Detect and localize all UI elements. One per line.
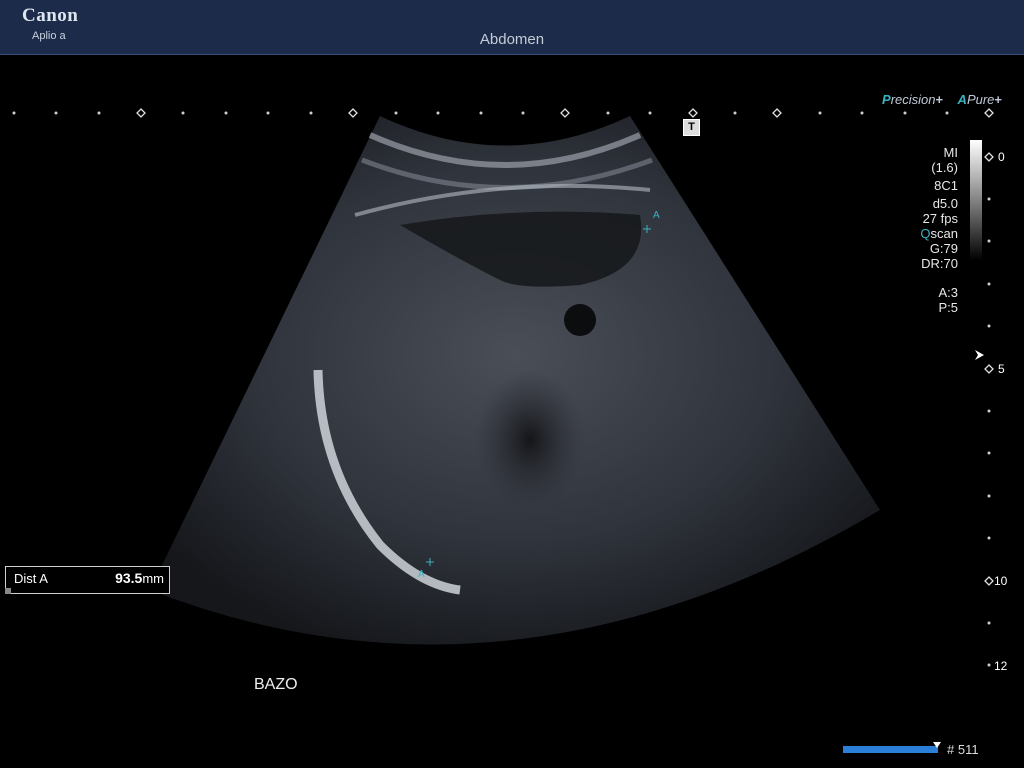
measurement-label: Dist A xyxy=(14,571,48,586)
caliper-label-top: A xyxy=(653,210,660,221)
grayscale-bar xyxy=(970,140,982,260)
top-scale-dots xyxy=(12,111,949,115)
measurement-value-group: 93.5mm xyxy=(115,570,164,586)
measurement-unit: mm xyxy=(142,571,164,586)
preset-title: Abdomen xyxy=(479,31,545,48)
gain-value: G:79 xyxy=(929,241,958,256)
precision-letter: P xyxy=(882,92,891,107)
qscan-rest: scan xyxy=(930,226,958,241)
cine-progress-bar[interactable] xyxy=(843,746,938,753)
mode-labels: Precision+ APure+ xyxy=(882,92,1002,107)
pure-text: Pure xyxy=(966,92,995,107)
depth-label-5: 5 xyxy=(998,362,1005,376)
mi-label: MI xyxy=(943,145,958,160)
qscan-q: Q xyxy=(920,226,931,241)
pure-letter: A xyxy=(957,92,967,107)
focus-marker-icon xyxy=(975,350,984,360)
cine-marker-icon[interactable] xyxy=(933,742,941,748)
caliper-label-bottom: A xyxy=(418,569,425,580)
brand-logo: Canon xyxy=(22,5,79,26)
precision-plus: + xyxy=(935,92,944,107)
imaging-parameters: MI (1.6) 8C1 d5.0 27 fps Qscan G:79 DR:7… xyxy=(920,145,958,315)
depth-scale-diamonds xyxy=(984,152,994,586)
measurement-value: 93.5 xyxy=(115,570,143,586)
top-scale-diamonds xyxy=(136,108,994,118)
probe-name: 8C1 xyxy=(934,178,958,193)
precision-text: recision xyxy=(890,92,936,107)
pure-plus: + xyxy=(994,92,1002,107)
a-value: A:3 xyxy=(938,285,958,300)
frame-rate: 27 fps xyxy=(922,211,958,226)
frame-counter: # 511 xyxy=(947,742,979,757)
depth-value: d5.0 xyxy=(932,196,958,211)
depth-label-12: 12 xyxy=(994,659,1008,673)
annotation-text: BAZO xyxy=(254,676,298,693)
p-value: P:5 xyxy=(938,300,958,315)
header-bar: Canon Aplio a Abdomen xyxy=(0,0,1024,55)
depth-label-10: 10 xyxy=(994,574,1008,588)
depth-label-0: 0 xyxy=(998,150,1005,164)
ultrasound-image xyxy=(12,108,994,667)
resize-handle-icon[interactable] xyxy=(5,588,11,594)
orientation-marker: T xyxy=(683,119,700,136)
measurement-box[interactable]: Dist A 93.5mm xyxy=(5,566,170,594)
depth-scale-dots xyxy=(987,197,991,667)
mi-value: (1.6) xyxy=(931,160,958,175)
dynamic-range-value: DR:70 xyxy=(921,256,958,271)
qscan-label: Qscan xyxy=(920,226,958,241)
